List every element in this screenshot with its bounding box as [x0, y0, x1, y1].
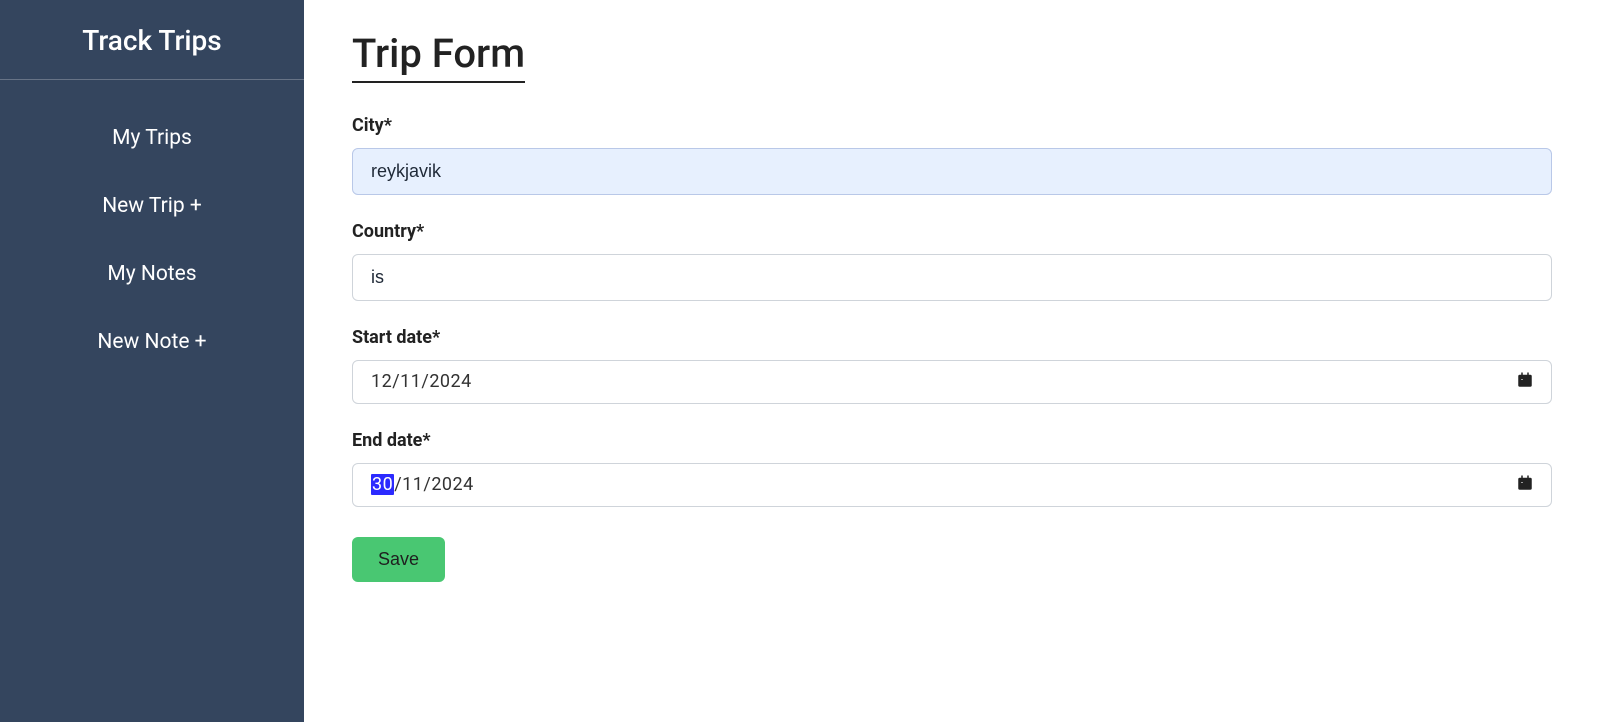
end-date-value: 30/11/2024 [371, 474, 474, 495]
sidebar-item-my-trips[interactable]: My Trips [0, 104, 304, 172]
end-date-rest: /11/2024 [394, 474, 474, 495]
input-city[interactable] [352, 148, 1552, 195]
end-date-day-selected: 30 [371, 474, 394, 495]
app-brand[interactable]: Track Trips [0, 0, 304, 80]
sidebar-item-new-trip[interactable]: New Trip + [0, 172, 304, 240]
save-button[interactable]: Save [352, 537, 445, 582]
label-city: City* [352, 115, 1552, 136]
main-content: Trip Form City* Country* Start date* 12/… [304, 0, 1600, 722]
page-title: Trip Form [352, 30, 525, 83]
sidebar: Track Trips My Trips New Trip + My Notes… [0, 0, 304, 722]
sidebar-item-new-note[interactable]: New Note + [0, 308, 304, 376]
label-start-date: Start date* [352, 327, 1552, 348]
field-start-date: Start date* 12/11/2024 [352, 327, 1552, 404]
field-city: City* [352, 115, 1552, 195]
start-date-value: 12/11/2024 [371, 371, 472, 392]
input-start-date[interactable]: 12/11/2024 [352, 360, 1552, 404]
field-end-date: End date* 30/11/2024 [352, 430, 1552, 507]
input-country[interactable] [352, 254, 1552, 301]
input-end-date[interactable]: 30/11/2024 [352, 463, 1552, 507]
label-country: Country* [352, 221, 1552, 242]
sidebar-nav: My Trips New Trip + My Notes New Note + [0, 80, 304, 376]
field-country: Country* [352, 221, 1552, 301]
sidebar-item-my-notes[interactable]: My Notes [0, 240, 304, 308]
label-end-date: End date* [352, 430, 1552, 451]
